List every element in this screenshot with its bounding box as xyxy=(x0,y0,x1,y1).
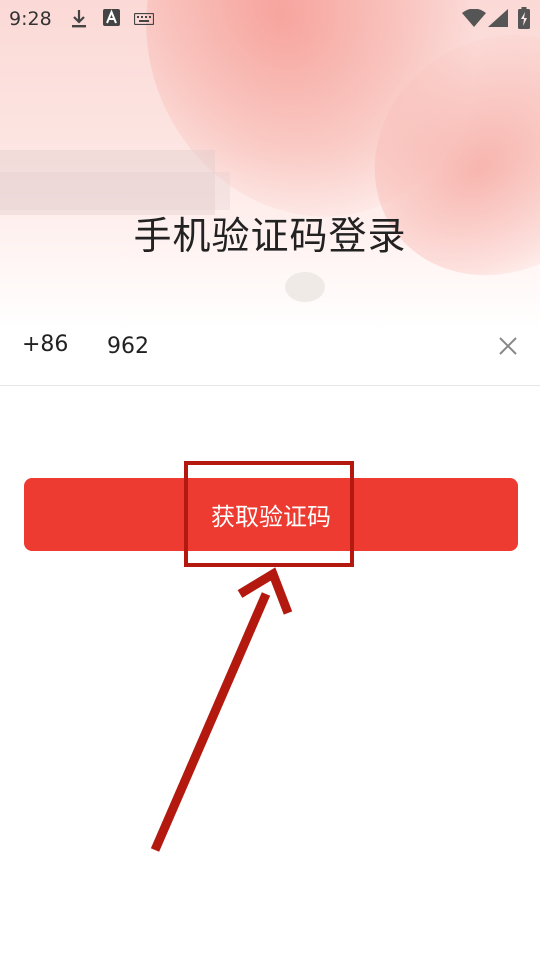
annotation-arrow xyxy=(150,567,293,852)
